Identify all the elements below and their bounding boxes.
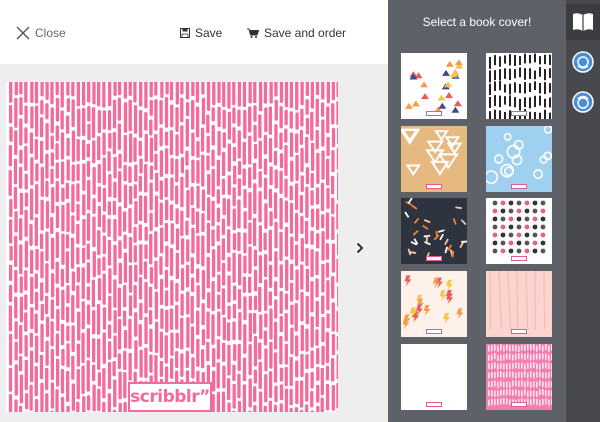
thumb-logo	[511, 402, 527, 407]
cover-pattern	[8, 82, 338, 412]
cart-icon	[247, 28, 259, 38]
sticker-icon	[572, 51, 594, 73]
floppy-disk-icon	[180, 28, 190, 38]
tool-tab-strip	[566, 0, 600, 422]
book-cover-preview[interactable]	[6, 82, 338, 412]
thumb-logo	[511, 329, 527, 334]
cover-logo: scribblr”	[128, 382, 212, 412]
face-icon	[572, 91, 594, 113]
cover-selection-panel: Select a book cover!	[388, 0, 566, 422]
thumb-logo	[426, 256, 442, 261]
thumb-logo	[426, 111, 442, 116]
cover-thumb-blue-circles[interactable]	[486, 126, 552, 192]
editor-area: Close Save Save and order scribblr”	[0, 0, 388, 422]
save-and-order-button[interactable]: Save and order	[247, 24, 346, 42]
cover-thumb-polka-dots[interactable]	[486, 198, 552, 264]
thumb-logo	[426, 329, 442, 334]
chevron-right-icon	[356, 242, 364, 254]
toolbar: Close Save Save and order	[0, 0, 388, 64]
tab-characters[interactable]	[566, 84, 600, 120]
cover-thumb-peach-wood[interactable]	[486, 271, 552, 337]
save-label: Save	[195, 26, 223, 40]
close-label: Close	[35, 26, 66, 40]
tab-stickers[interactable]	[566, 44, 600, 80]
close-button[interactable]: Close	[16, 24, 66, 42]
cover-thumb-tan-triangles[interactable]	[401, 126, 467, 192]
thumb-logo	[511, 111, 527, 116]
book-icon	[573, 13, 593, 31]
cover-thumb-pink-strokes[interactable]	[486, 344, 552, 410]
cover-logo-mark: ”	[199, 387, 210, 407]
cover-logo-text: scribblr	[130, 387, 200, 407]
thumb-logo	[426, 184, 442, 189]
panel-title: Select a book cover!	[422, 15, 532, 29]
cover-thumb-lightning-bolts[interactable]	[401, 271, 467, 337]
thumb-logo	[511, 256, 527, 261]
cover-thumb-triangles-confetti[interactable]	[401, 53, 467, 119]
tab-book-covers[interactable]	[566, 4, 600, 40]
save-and-order-label: Save and order	[264, 26, 347, 40]
save-button[interactable]: Save	[180, 24, 222, 42]
cover-thumb-navy-sprinkles[interactable]	[401, 198, 467, 264]
next-page-button[interactable]	[352, 238, 368, 258]
thumb-logo	[511, 184, 527, 189]
cover-thumb-plain-white[interactable]	[401, 344, 467, 410]
cover-thumb-black-strokes[interactable]	[486, 53, 552, 119]
thumb-logo	[426, 402, 442, 407]
close-icon	[16, 26, 30, 40]
